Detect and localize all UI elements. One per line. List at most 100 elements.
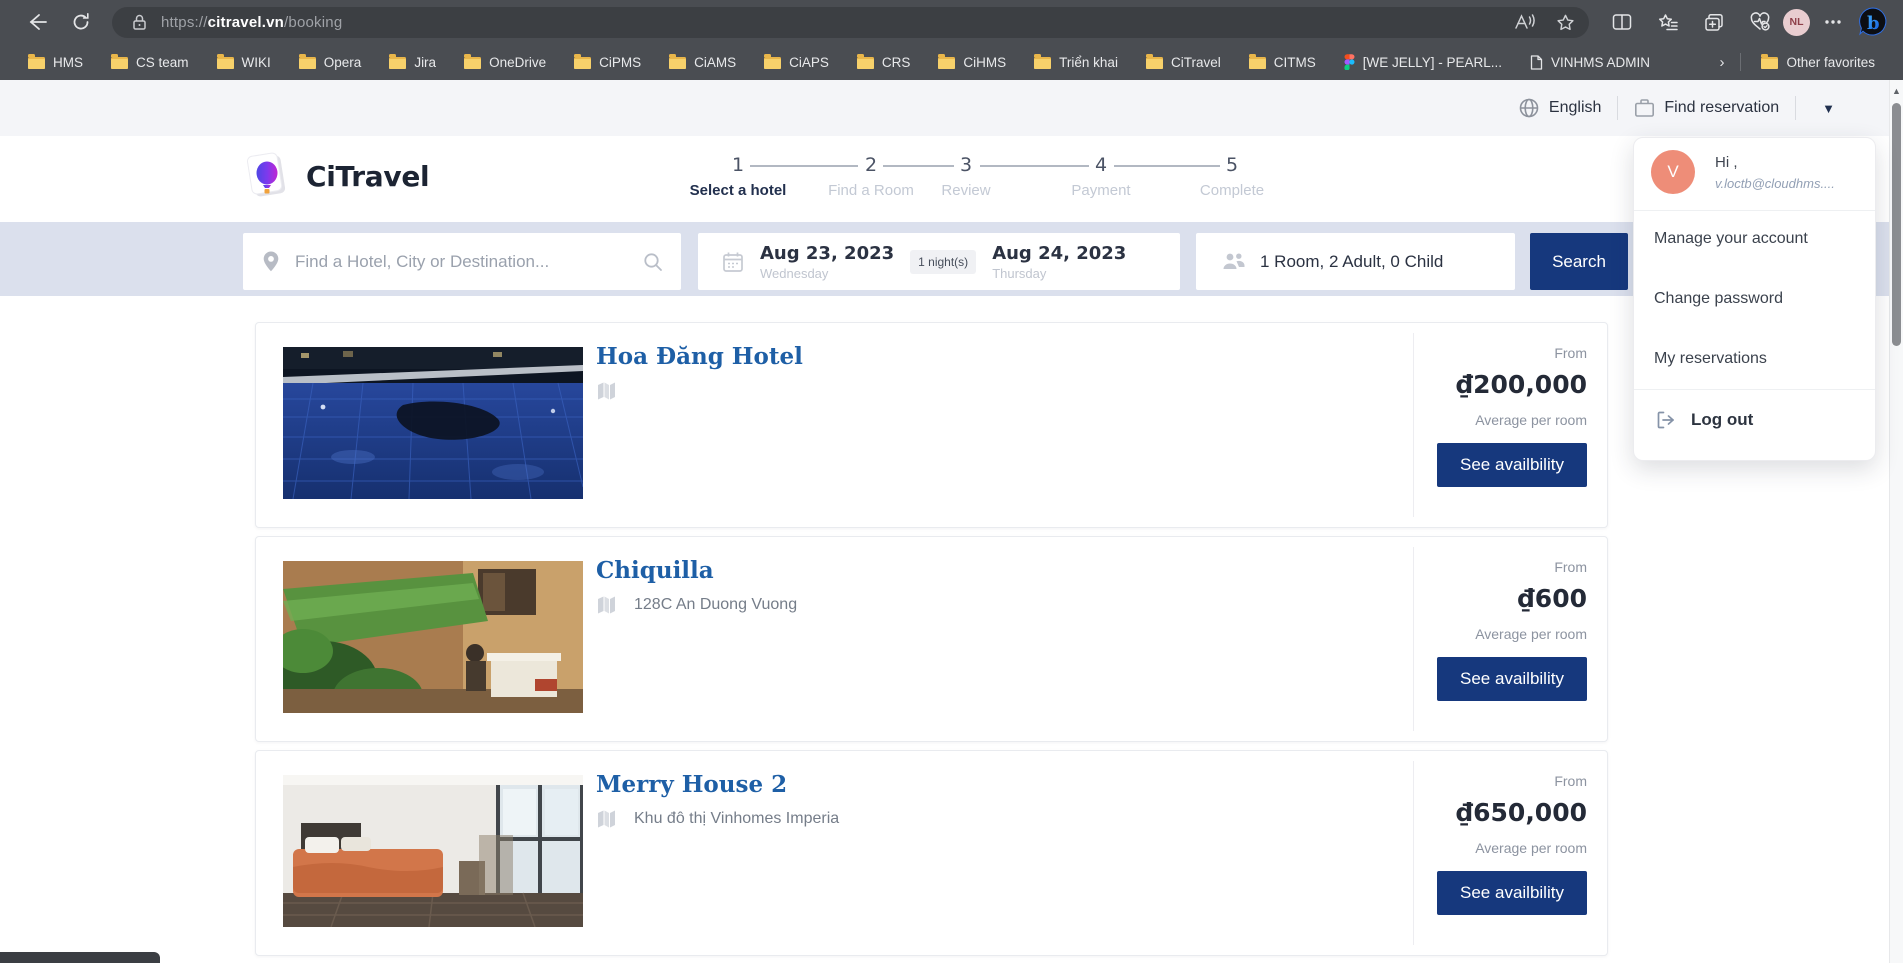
- bookmark-wiki[interactable]: WIKI: [203, 49, 285, 75]
- step-number: 5: [1226, 154, 1238, 176]
- location-pin-icon: [263, 251, 279, 272]
- see-availability-button[interactable]: See availbility: [1437, 871, 1587, 915]
- date-range-box[interactable]: Aug 23, 2023 Wednesday 1 night(s) Aug 24…: [698, 233, 1180, 290]
- favorite-star-icon[interactable]: [1556, 13, 1575, 32]
- profile-initials: NL: [1790, 16, 1804, 28]
- bookmark-citms[interactable]: CITMS: [1235, 49, 1330, 75]
- bookmark-vinhms-admin[interactable]: VINHMS ADMIN: [1516, 49, 1664, 75]
- screen: https://citravel.vn/booking: [0, 0, 1903, 963]
- from-label: From: [1554, 773, 1587, 789]
- see-availability-button[interactable]: See availbility: [1437, 443, 1587, 487]
- collections-icon[interactable]: [1699, 7, 1729, 37]
- find-reservation-button[interactable]: Find reservation: [1634, 98, 1779, 118]
- hotel-name-link[interactable]: Merry House 2: [596, 771, 787, 798]
- brand-row: CiTravel 1 2 3 4 5 Select a hotel Find a…: [0, 136, 1903, 222]
- hotel-price: ₫650,000: [1456, 798, 1587, 827]
- user-email: v.loctb@cloudhms....: [1715, 176, 1835, 191]
- menu-item-my-reservations[interactable]: My reservations: [1654, 350, 1863, 368]
- scroll-up-arrow-icon[interactable]: ▲: [1890, 86, 1903, 96]
- hotel-card: Chiquilla 128C An Duong Vuong From ₫600 …: [255, 536, 1608, 742]
- hotel-photo[interactable]: [283, 347, 583, 499]
- address-bar[interactable]: https://citravel.vn/booking: [112, 7, 1589, 38]
- step-payment: Payment: [1071, 182, 1130, 199]
- stepper-line: [883, 165, 954, 167]
- checkout-day: Thursday: [992, 266, 1126, 281]
- folder-icon: [1034, 57, 1051, 69]
- browser-profile-avatar[interactable]: NL: [1783, 9, 1810, 36]
- calendar-icon: [722, 251, 744, 273]
- bookmark-citravel[interactable]: CiTravel: [1132, 49, 1235, 75]
- stepper-line: [750, 165, 858, 167]
- status-bar-tooltip: [0, 952, 160, 963]
- folder-icon: [389, 57, 406, 69]
- bookmark-hms[interactable]: HMS: [14, 49, 97, 75]
- bookmark-cihms[interactable]: CiHMS: [924, 49, 1020, 75]
- language-selector[interactable]: English: [1518, 97, 1601, 119]
- greeting-text: Hi ,: [1715, 154, 1738, 171]
- search-button[interactable]: Search: [1530, 233, 1628, 290]
- back-icon[interactable]: [22, 7, 52, 37]
- bookmark-cipms[interactable]: CiPMS: [560, 49, 655, 75]
- hotel-name-link[interactable]: Hoa Đăng Hotel: [596, 343, 803, 370]
- bookmark-ciaps[interactable]: CiAPS: [750, 49, 843, 75]
- split-screen-icon[interactable]: [1607, 7, 1637, 37]
- hotel-name-link[interactable]: Chiquilla: [596, 557, 714, 584]
- avatar-initial: V: [1667, 162, 1678, 182]
- menu-divider: [1634, 389, 1875, 390]
- checkin-date: Aug 23, 2023 Wednesday: [760, 243, 894, 281]
- folder-icon: [669, 57, 686, 69]
- checkout-date: Aug 24, 2023 Thursday: [992, 243, 1126, 281]
- bing-chat-icon[interactable]: b: [1856, 6, 1889, 39]
- menu-item-change-password[interactable]: Change password: [1654, 290, 1863, 308]
- scrollbar-thumb[interactable]: [1892, 103, 1901, 346]
- map-icon: [597, 595, 616, 615]
- folder-icon: [938, 57, 955, 69]
- citravel-logo[interactable]: CiTravel: [243, 150, 429, 202]
- page-icon: [1530, 55, 1543, 70]
- checkin-date-value: Aug 23, 2023: [760, 243, 894, 264]
- step-select-a-hotel: Select a hotel: [690, 182, 787, 199]
- map-icon: [597, 809, 616, 829]
- other-favorites[interactable]: Other favorites: [1747, 49, 1889, 75]
- hotel-photo[interactable]: [283, 561, 583, 713]
- hotel-card: Hoa Đăng Hotel From ₫200,000 Average per…: [255, 322, 1608, 528]
- search-band: Aug 23, 2023 Wednesday 1 night(s) Aug 24…: [0, 222, 1903, 296]
- browser-settings-icon[interactable]: [1818, 7, 1848, 37]
- average-per-room-label: Average per room: [1475, 412, 1587, 428]
- bookmark-crs[interactable]: CRS: [843, 49, 925, 75]
- logout-button[interactable]: Log out: [1656, 410, 1753, 430]
- page-scrollbar[interactable]: ▲: [1889, 80, 1903, 963]
- bookmark-ciams[interactable]: CiAMS: [655, 49, 750, 75]
- step-number: 3: [960, 154, 972, 176]
- read-aloud-icon[interactable]: [1514, 13, 1536, 31]
- bookmark-opera[interactable]: Opera: [285, 49, 376, 75]
- bookmark-onedrive[interactable]: OneDrive: [450, 49, 560, 75]
- bookmark-we-jelly-pearl[interactable]: [WE JELLY] - PEARL...: [1330, 49, 1516, 75]
- favorites-list-icon[interactable]: [1653, 7, 1683, 37]
- step-number: 4: [1095, 154, 1107, 176]
- account-caret-down-icon[interactable]: ▼: [1812, 101, 1845, 116]
- search-magnifier-icon[interactable]: [643, 252, 663, 272]
- browser-toolbar: https://citravel.vn/booking: [0, 0, 1903, 44]
- hotel-price: ₫600: [1517, 584, 1587, 613]
- browser-essentials-icon[interactable]: [1745, 7, 1775, 37]
- find-reservation-label: Find reservation: [1664, 99, 1779, 117]
- bookmark-jira[interactable]: Jira: [375, 49, 450, 75]
- destination-input[interactable]: [295, 252, 643, 272]
- header-separator: [1617, 96, 1618, 120]
- bookmark-cs-team[interactable]: CS team: [97, 49, 203, 75]
- occupancy-box[interactable]: 1 Room, 2 Adult, 0 Child: [1196, 233, 1515, 290]
- hotel-price: ₫200,000: [1456, 370, 1587, 399]
- folder-icon: [299, 57, 316, 69]
- logout-icon: [1656, 410, 1676, 430]
- folder-icon: [28, 57, 45, 69]
- see-availability-button[interactable]: See availbility: [1437, 657, 1587, 701]
- menu-item-manage-account[interactable]: Manage your account: [1654, 230, 1863, 248]
- user-avatar: V: [1651, 150, 1695, 194]
- refresh-icon[interactable]: [66, 7, 96, 37]
- bookmarks-overflow-chevron-icon[interactable]: ›: [1709, 54, 1734, 71]
- destination-search-box[interactable]: [243, 233, 681, 290]
- bookmark-trien-khai[interactable]: Triển khai: [1020, 49, 1132, 75]
- hotel-photo[interactable]: [283, 775, 583, 927]
- checkin-day: Wednesday: [760, 266, 894, 281]
